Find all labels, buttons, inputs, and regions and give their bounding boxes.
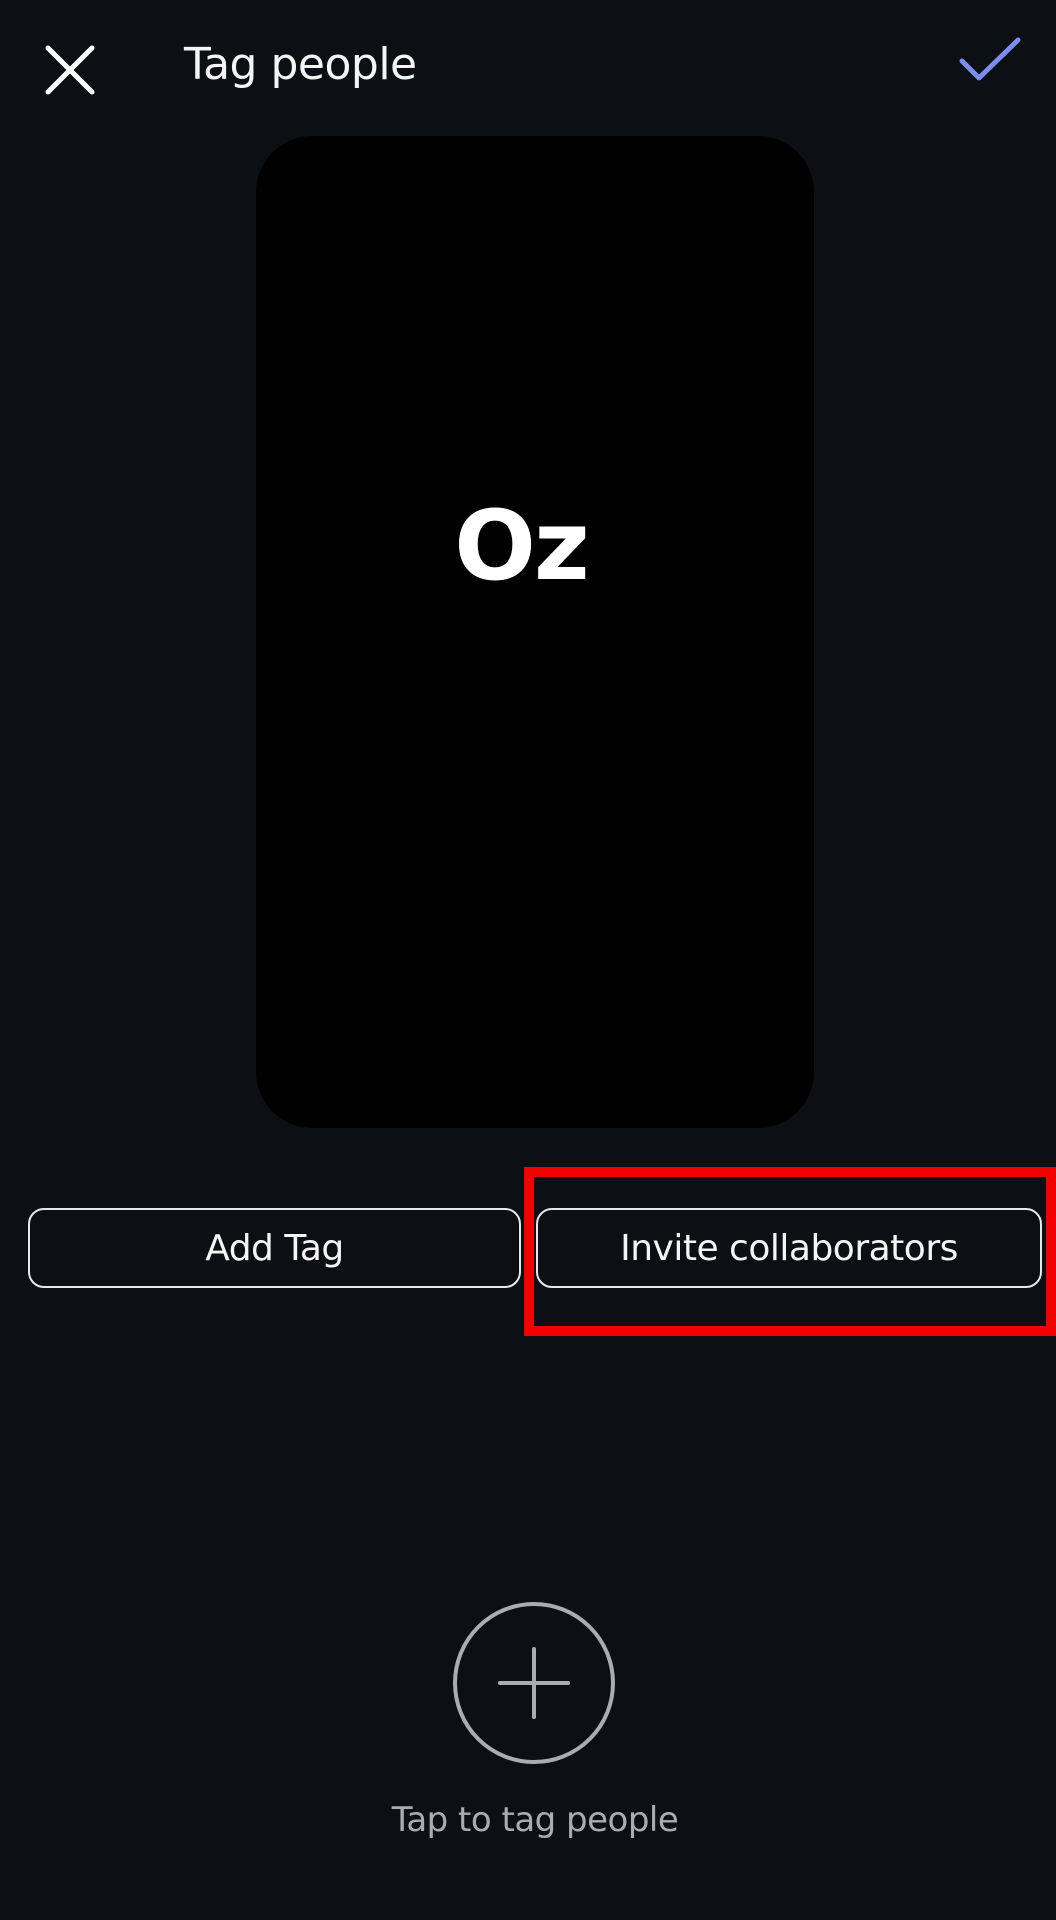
page-title: Tag people xyxy=(184,39,417,90)
media-preview[interactable]: Oz xyxy=(256,136,814,1128)
tag-hint: Tap to tag people xyxy=(391,1800,679,1840)
add-tag-button[interactable]: Add Tag xyxy=(28,1208,521,1288)
close-button[interactable] xyxy=(30,30,110,110)
checkmark-icon xyxy=(959,37,1021,81)
invite-collaborators-button[interactable]: Invite collaborators xyxy=(536,1208,1042,1288)
tag-people-button[interactable] xyxy=(453,1602,615,1764)
preview-text: Oz xyxy=(454,490,589,602)
close-icon xyxy=(45,45,95,95)
top-bar: Tag people xyxy=(0,0,1056,130)
done-button[interactable] xyxy=(950,20,1030,100)
plus-icon xyxy=(498,1647,570,1719)
